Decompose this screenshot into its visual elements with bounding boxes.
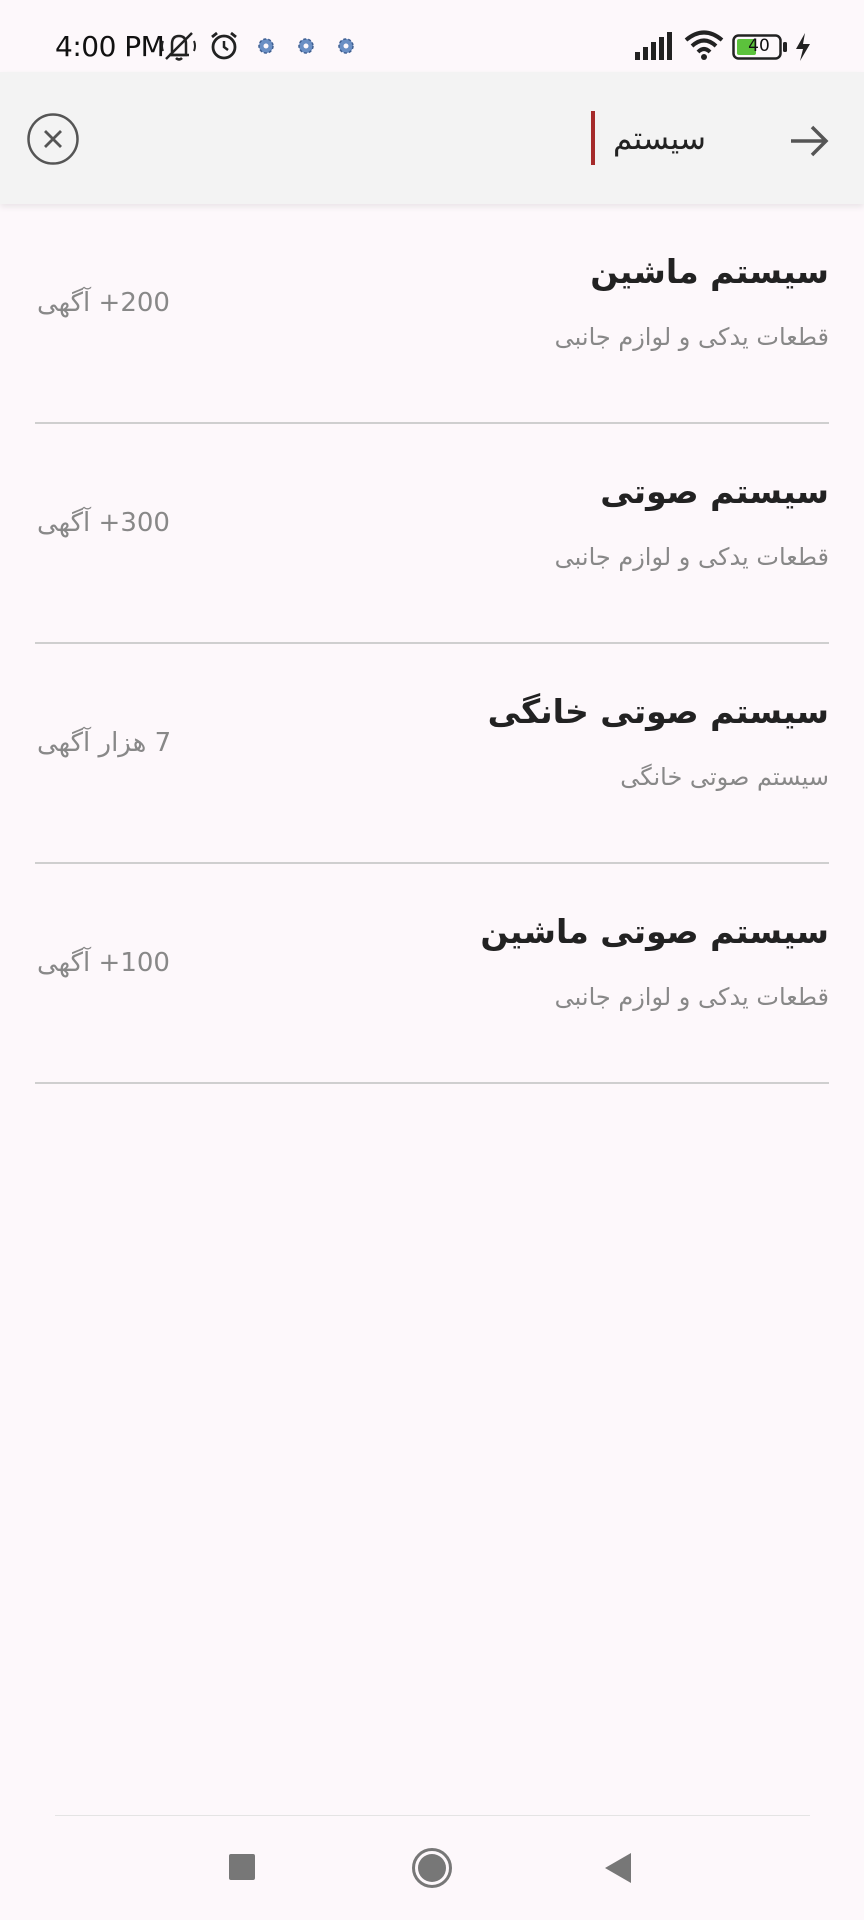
gear-icon [338,38,354,54]
result-category: قطعات یدکی و لوازم جانبی [554,323,829,351]
result-title: سیستم ماشین [590,252,829,291]
result-count: 300+ آگهی [37,508,170,538]
search-bar: سیستم [0,72,864,204]
home-circle-icon[interactable] [411,1847,453,1889]
result-count: 7 هزار آگهی [37,728,172,758]
back-triangle-icon[interactable] [604,1852,632,1884]
muted-bell-icon [161,32,196,61]
status-time: 4:00 PM [55,30,165,63]
result-category: قطعات یدکی و لوازم جانبی [554,983,829,1011]
result-count: 200+ آگهی [37,288,170,318]
result-item[interactable]: سیستم صوتی قطعات یدکی و لوازم جانبی 300+… [35,424,829,644]
wifi-icon [684,30,724,60]
result-title: سیستم صوتی ماشین [480,912,829,951]
recents-square-icon[interactable] [228,1853,256,1881]
result-item[interactable]: سیستم صوتی ماشین قطعات یدکی و لوازم جانب… [35,864,829,1084]
result-title: سیستم صوتی خانگی [487,692,829,731]
alarm-icon [211,31,237,60]
result-item[interactable]: سیستم ماشین قطعات یدکی و لوازم جانبی 200… [35,204,829,424]
result-category: قطعات یدکی و لوازم جانبی [554,543,829,571]
result-count: 100+ آگهی [37,948,170,978]
screen: 4:00 PM 40 سیستم سیستم ماشین قطعات یدکی … [0,0,864,1920]
text-caret [591,111,595,165]
battery-level-text: 40 [748,36,770,56]
status-bar: 4:00 PM 40 [0,0,864,72]
result-title: سیستم صوتی [600,472,829,511]
gear-icon [258,38,274,54]
search-input[interactable]: سیستم [613,112,706,166]
back-arrow-icon[interactable] [788,120,830,162]
gear-icon [298,38,314,54]
result-category: سیستم صوتی خانگی [620,763,829,791]
nav-divider [55,1815,810,1816]
charging-bolt-icon [796,33,810,61]
clear-search-icon[interactable] [26,112,80,166]
signal-icon [635,32,672,60]
search-results-list: سیستم ماشین قطعات یدکی و لوازم جانبی 200… [35,204,829,1084]
result-item[interactable]: سیستم صوتی خانگی سیستم صوتی خانگی 7 هزار… [35,644,829,864]
